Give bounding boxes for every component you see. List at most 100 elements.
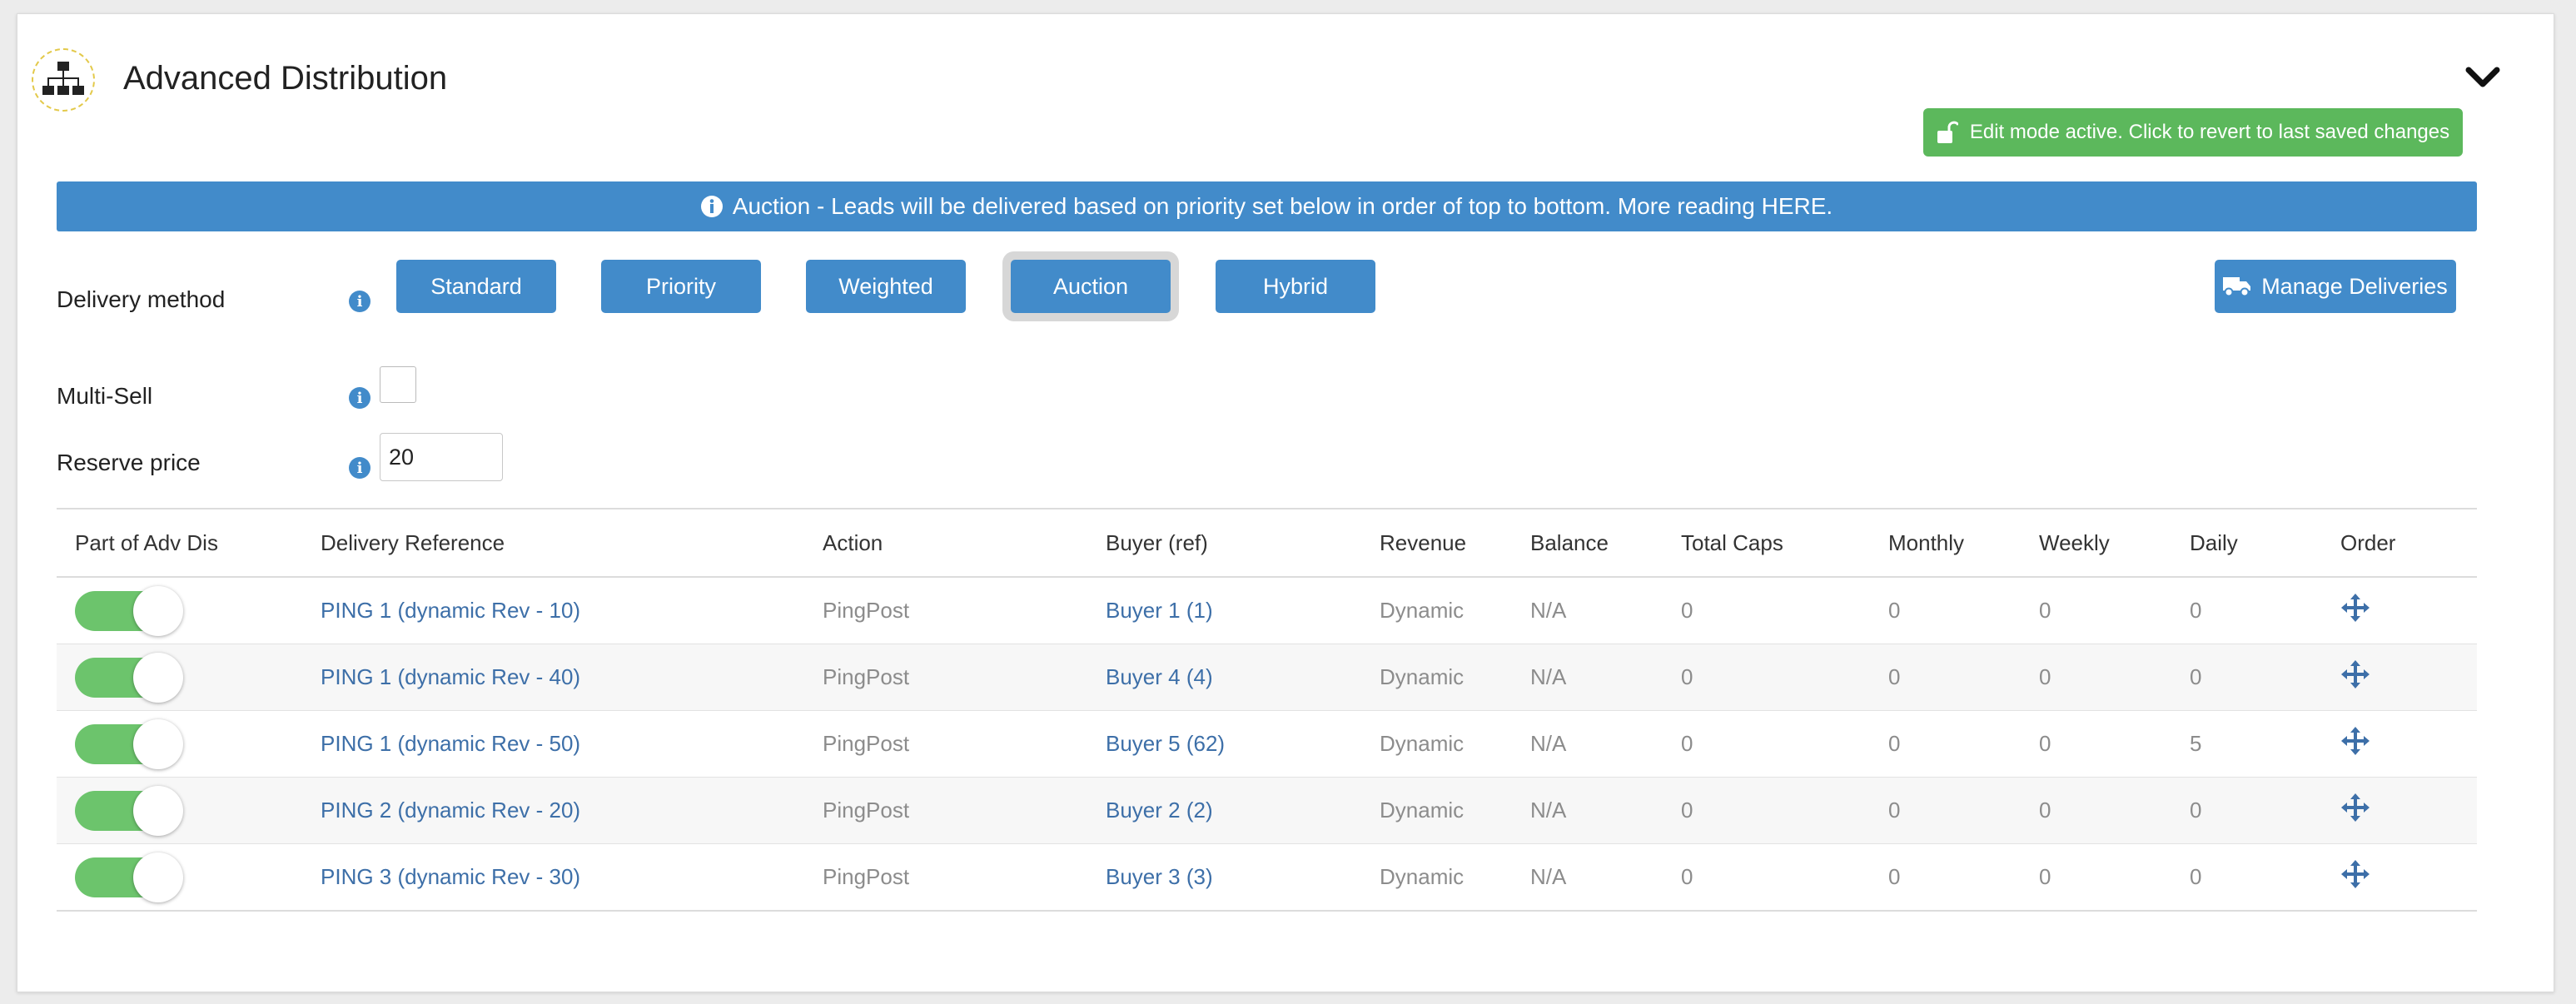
- reserve-price-info-icon[interactable]: i: [349, 457, 370, 479]
- balance-cell: N/A: [1512, 710, 1663, 778]
- adv-dis-toggle[interactable]: [75, 785, 183, 836]
- monthly-cell: 0: [1870, 777, 2021, 844]
- daily-cell: 5: [2171, 710, 2322, 778]
- deliveries-table: Part of Adv Dis Delivery Reference Actio…: [57, 508, 2477, 912]
- delivery-method-info-icon[interactable]: i: [349, 291, 370, 312]
- column-header: Delivery Reference: [302, 509, 804, 578]
- action-cell: PingPost: [804, 843, 1087, 911]
- action-cell: PingPost: [804, 644, 1087, 711]
- daily-cell: 0: [2171, 644, 2322, 711]
- monthly-cell: 0: [1870, 843, 2021, 911]
- move-icon[interactable]: [2340, 659, 2370, 689]
- chevron-down-icon[interactable]: [2464, 65, 2501, 90]
- move-icon[interactable]: [2340, 859, 2370, 889]
- monthly-cell: 0: [1870, 576, 2021, 644]
- method-weighted-button[interactable]: Weighted: [806, 260, 966, 313]
- column-header: Buyer (ref): [1087, 509, 1361, 578]
- toggle-knob: [133, 718, 183, 769]
- revenue-cell: Dynamic: [1361, 777, 1512, 844]
- banner-text[interactable]: Auction - Leads will be delivered based …: [733, 193, 1833, 220]
- edit-mode-button[interactable]: Edit mode active. Click to revert to las…: [1923, 108, 2463, 157]
- monthly-cell: 0: [1870, 644, 2021, 711]
- adv-dis-toggle[interactable]: [75, 585, 183, 636]
- method-auction-button[interactable]: Auction: [1011, 260, 1171, 313]
- manage-deliveries-button[interactable]: Manage Deliveries: [2215, 260, 2456, 313]
- auction-info-banner: Auction - Leads will be delivered based …: [57, 181, 2477, 231]
- delivery-reference-link[interactable]: PING 3 (dynamic Rev - 30): [302, 843, 804, 911]
- revenue-cell: Dynamic: [1361, 843, 1512, 911]
- multi-sell-label: Multi-Sell: [57, 383, 153, 409]
- delivery-method-label: Delivery method: [57, 286, 226, 312]
- delivery-reference-link[interactable]: PING 1 (dynamic Rev - 50): [302, 710, 804, 778]
- column-header: Total Caps: [1663, 509, 1870, 578]
- column-header: Balance: [1512, 509, 1663, 578]
- move-icon[interactable]: [2340, 726, 2370, 756]
- manage-deliveries-label: Manage Deliveries: [2261, 273, 2448, 299]
- multi-sell-info-icon[interactable]: i: [349, 387, 370, 409]
- revenue-cell: Dynamic: [1361, 576, 1512, 644]
- sitemap-icon: [32, 48, 95, 112]
- toggle-knob: [133, 852, 183, 902]
- daily-cell: 0: [2171, 843, 2322, 911]
- toggle-knob: [133, 585, 183, 636]
- revenue-cell: Dynamic: [1361, 644, 1512, 711]
- reserve-price-input[interactable]: [380, 433, 503, 481]
- total-caps-cell: 0: [1663, 777, 1870, 844]
- toggle-knob: [133, 652, 183, 703]
- daily-cell: 0: [2171, 777, 2322, 844]
- method-standard-button[interactable]: Standard: [396, 260, 556, 313]
- total-caps-cell: 0: [1663, 644, 1870, 711]
- table-row: PING 2 (dynamic Rev - 20) PingPost Buyer…: [57, 777, 2477, 844]
- monthly-cell: 0: [1870, 710, 2021, 778]
- daily-cell: 0: [2171, 576, 2322, 644]
- method-priority-button[interactable]: Priority: [601, 260, 761, 313]
- column-header: Monthly: [1870, 509, 2021, 578]
- buyer-link[interactable]: Buyer 2 (2): [1087, 777, 1361, 844]
- weekly-cell: 0: [2021, 710, 2171, 778]
- multi-sell-checkbox[interactable]: [380, 366, 416, 403]
- delivery-reference-link[interactable]: PING 2 (dynamic Rev - 20): [302, 777, 804, 844]
- column-header: Weekly: [2021, 509, 2171, 578]
- weekly-cell: 0: [2021, 777, 2171, 844]
- reserve-price-label: Reserve price: [57, 450, 201, 475]
- unlock-icon: [1937, 121, 1958, 143]
- edit-mode-label: Edit mode active. Click to revert to las…: [1969, 121, 2450, 143]
- weekly-cell: 0: [2021, 843, 2171, 911]
- method-hybrid-button[interactable]: Hybrid: [1216, 260, 1375, 313]
- column-header: Revenue: [1361, 509, 1512, 578]
- page-title: Advanced Distribution: [123, 60, 448, 97]
- buyer-link[interactable]: Buyer 5 (62): [1087, 710, 1361, 778]
- adv-dis-toggle[interactable]: [75, 718, 183, 769]
- total-caps-cell: 0: [1663, 843, 1870, 911]
- adv-dis-toggle[interactable]: [75, 652, 183, 703]
- column-header: Order: [2322, 509, 2477, 578]
- buyer-link[interactable]: Buyer 3 (3): [1087, 843, 1361, 911]
- balance-cell: N/A: [1512, 576, 1663, 644]
- revenue-cell: Dynamic: [1361, 710, 1512, 778]
- move-icon[interactable]: [2340, 793, 2370, 823]
- adv-dis-toggle[interactable]: [75, 852, 183, 902]
- weekly-cell: 0: [2021, 644, 2171, 711]
- column-header: Part of Adv Dis: [57, 509, 302, 578]
- balance-cell: N/A: [1512, 777, 1663, 844]
- total-caps-cell: 0: [1663, 710, 1870, 778]
- table-row: PING 1 (dynamic Rev - 10) PingPost Buyer…: [57, 576, 2477, 644]
- truck-icon: [2223, 277, 2251, 297]
- total-caps-cell: 0: [1663, 576, 1870, 644]
- move-icon[interactable]: [2340, 593, 2370, 623]
- weekly-cell: 0: [2021, 576, 2171, 644]
- balance-cell: N/A: [1512, 644, 1663, 711]
- table-row: PING 3 (dynamic Rev - 30) PingPost Buyer…: [57, 843, 2477, 911]
- action-cell: PingPost: [804, 777, 1087, 844]
- action-cell: PingPost: [804, 710, 1087, 778]
- table-row: PING 1 (dynamic Rev - 50) PingPost Buyer…: [57, 710, 2477, 778]
- delivery-reference-link[interactable]: PING 1 (dynamic Rev - 40): [302, 644, 804, 711]
- column-header: Action: [804, 509, 1087, 578]
- column-header: Daily: [2171, 509, 2322, 578]
- table-header-row: Part of Adv Dis Delivery Reference Actio…: [57, 509, 2477, 578]
- delivery-reference-link[interactable]: PING 1 (dynamic Rev - 10): [302, 576, 804, 644]
- buyer-link[interactable]: Buyer 1 (1): [1087, 576, 1361, 644]
- buyer-link[interactable]: Buyer 4 (4): [1087, 644, 1361, 711]
- table-row: PING 1 (dynamic Rev - 40) PingPost Buyer…: [57, 644, 2477, 711]
- toggle-knob: [133, 785, 183, 836]
